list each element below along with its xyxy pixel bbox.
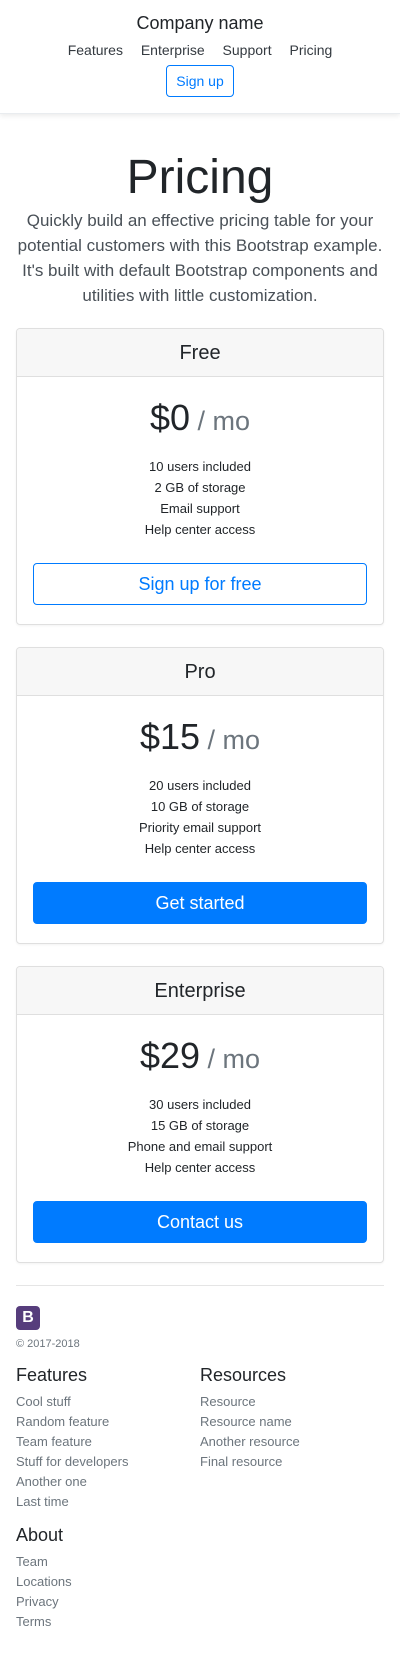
site-header: Company name Features Enterprise Support… [0, 0, 400, 114]
plan-price: $29 / mo [33, 1035, 367, 1080]
page-title: Pricing [126, 151, 274, 204]
plan-features: 10 users included 2 GB of storage Email … [33, 456, 367, 540]
plan-features: 20 users included 10 GB of storage Prior… [33, 775, 367, 859]
get-started-button[interactable]: Get started [33, 882, 367, 924]
price-period: / mo [200, 1044, 261, 1074]
plan-name: Pro [17, 648, 383, 696]
plan-price: $0 / mo [33, 397, 367, 442]
brand-name[interactable]: Company name [0, 12, 400, 34]
footer-heading: Features [16, 1365, 88, 1385]
footer-link[interactable]: Another resource [200, 1432, 384, 1452]
signup-button[interactable]: Sign up [166, 65, 234, 97]
hero-lead: Quickly build an effective pricing table… [17, 211, 383, 305]
pricing-hero: Pricing Quickly build an effective prici… [0, 114, 400, 308]
price-amount: $0 [149, 397, 191, 438]
footer-link[interactable]: Team [16, 1552, 384, 1572]
copyright: © 2017-2018 [16, 1338, 80, 1350]
footer-link[interactable]: Resource name [200, 1412, 384, 1432]
footer-link-list: Team Locations Privacy Terms [16, 1552, 384, 1632]
plan-price: $15 / mo [33, 716, 367, 761]
price-amount: $15 [139, 716, 201, 757]
feature-item: 10 users included [149, 459, 251, 474]
plan-card-pro: Pro $15 / mo 20 users included 10 GB of … [16, 647, 384, 944]
footer-heading: Resources [200, 1365, 287, 1385]
bootstrap-logo-icon: B [16, 1306, 40, 1330]
footer-about-col: About Team Locations Privacy Terms [16, 1524, 384, 1644]
footer-link[interactable]: Stuff for developers [16, 1452, 200, 1472]
footer-link[interactable]: Random feature [16, 1412, 200, 1432]
feature-item: Email support [160, 501, 240, 516]
footer-link[interactable]: Another one [16, 1472, 200, 1492]
feature-item: Phone and email support [127, 1139, 273, 1154]
nav-link-features[interactable]: Features [68, 42, 123, 58]
footer-link-list: Cool stuff Random feature Team feature S… [16, 1392, 200, 1512]
footer-features-col: Features Cool stuff Random feature Team … [16, 1364, 200, 1512]
footer-columns: Features Cool stuff Random feature Team … [16, 1364, 384, 1512]
feature-item: 15 GB of storage [150, 1118, 250, 1133]
plan-name: Free [17, 329, 383, 377]
footer-link[interactable]: Team feature [16, 1432, 200, 1452]
plan-body: $0 / mo 10 users included 2 GB of storag… [17, 377, 383, 624]
footer-link[interactable]: Locations [16, 1572, 384, 1592]
price-amount: $29 [139, 1035, 201, 1076]
top-nav: Features Enterprise Support Pricing [0, 42, 400, 58]
nav-link-enterprise[interactable]: Enterprise [141, 42, 205, 58]
price-period: / mo [200, 725, 261, 755]
nav-link-support[interactable]: Support [223, 42, 272, 58]
plan-card-free: Free $0 / mo 10 users included 2 GB of s… [16, 328, 384, 625]
feature-item: 20 users included [149, 778, 251, 793]
feature-item: 30 users included [149, 1097, 251, 1112]
plan-body: $29 / mo 30 users included 15 GB of stor… [17, 1015, 383, 1262]
feature-item: Priority email support [138, 820, 262, 835]
price-period: / mo [190, 406, 251, 436]
footer-heading: About [16, 1525, 64, 1545]
feature-item: 10 GB of storage [150, 799, 250, 814]
footer-link[interactable]: Last time [16, 1492, 200, 1512]
footer-link[interactable]: Cool stuff [16, 1392, 200, 1412]
footer-link[interactable]: Resource [200, 1392, 384, 1412]
signup-free-button[interactable]: Sign up for free [33, 563, 367, 605]
feature-item: Help center access [144, 522, 256, 537]
site-footer: B © 2017-2018 Features Cool stuff Random… [16, 1285, 384, 1644]
feature-item: 2 GB of storage [154, 480, 246, 495]
footer-resources-col: Resources Resource Resource name Another… [200, 1364, 384, 1512]
nav-link-pricing[interactable]: Pricing [289, 42, 332, 58]
footer-link[interactable]: Final resource [200, 1452, 384, 1472]
footer-link-list: Resource Resource name Another resource … [200, 1392, 384, 1472]
plan-features: 30 users included 15 GB of storage Phone… [33, 1094, 367, 1178]
feature-item: Help center access [144, 841, 256, 856]
pricing-cards: Free $0 / mo 10 users included 2 GB of s… [0, 308, 400, 1263]
contact-us-button[interactable]: Contact us [33, 1201, 367, 1243]
plan-card-enterprise: Enterprise $29 / mo 30 users included 15… [16, 966, 384, 1263]
footer-link[interactable]: Terms [16, 1612, 384, 1632]
feature-item: Help center access [144, 1160, 256, 1175]
footer-link[interactable]: Privacy [16, 1592, 384, 1612]
plan-body: $15 / mo 20 users included 10 GB of stor… [17, 696, 383, 943]
plan-name: Enterprise [17, 967, 383, 1015]
